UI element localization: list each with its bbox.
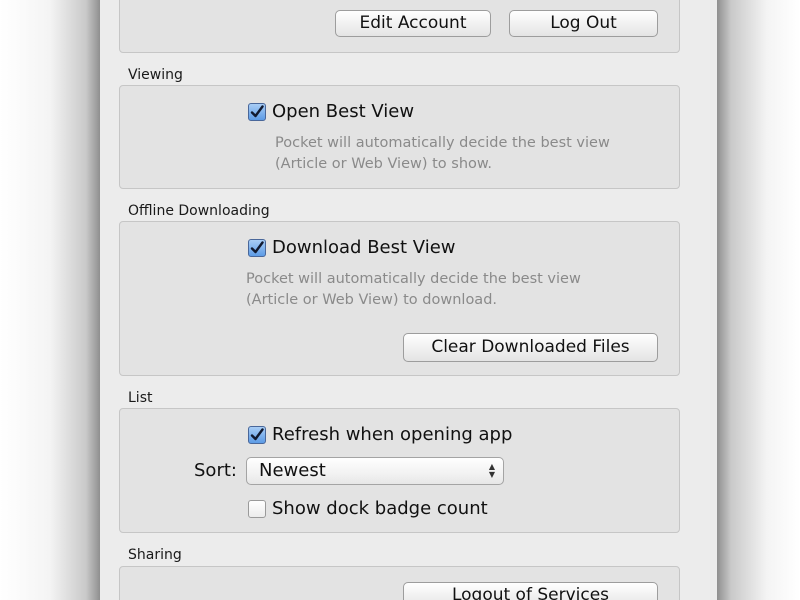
offline-description-line-2: (Article or Web View) to download. — [246, 292, 498, 308]
refresh-option[interactable]: Refresh when opening app — [248, 424, 512, 446]
select-updown-icon: ▲ ▼ — [488, 462, 495, 479]
preferences-window: Edit Account Log Out Viewing Open Best V… — [100, 0, 717, 600]
list-section-label: List — [128, 390, 153, 406]
open-best-view-option[interactable]: Open Best View — [248, 101, 414, 123]
offline-description-line-1: Pocket will automatically decide the bes… — [246, 271, 581, 287]
checkbox-checked-icon[interactable] — [248, 103, 266, 121]
account-group: Edit Account Log Out — [119, 0, 680, 53]
edit-account-button[interactable]: Edit Account — [335, 10, 491, 37]
sharing-section-label: Sharing — [128, 547, 182, 563]
sort-select[interactable]: Newest ▲ ▼ — [246, 457, 504, 485]
checkbox-unchecked-icon[interactable] — [248, 500, 266, 518]
open-best-view-label: Open Best View — [272, 101, 415, 122]
show-dock-badge-label: Show dock badge count — [272, 498, 488, 519]
refresh-label: Refresh when opening app — [272, 424, 513, 445]
sort-label: Sort: — [194, 460, 237, 481]
show-dock-badge-option[interactable]: Show dock badge count — [248, 498, 488, 520]
sort-select-value: Newest — [259, 460, 326, 481]
viewing-group: Open Best View Pocket will automatically… — [119, 85, 680, 189]
checkbox-checked-icon[interactable] — [248, 426, 266, 444]
download-best-view-option[interactable]: Download Best View — [248, 237, 456, 259]
list-group: Refresh when opening app Sort: Newest ▲ ▼… — [119, 408, 680, 533]
checkbox-checked-icon[interactable] — [248, 239, 266, 257]
window-shadow-left — [0, 0, 100, 600]
clear-downloaded-files-button[interactable]: Clear Downloaded Files — [403, 333, 658, 362]
sharing-group: Logout of Services — [119, 566, 680, 600]
download-best-view-label: Download Best View — [272, 237, 456, 258]
viewing-description: Pocket will automatically decide the bes… — [275, 133, 610, 175]
viewing-section-label: Viewing — [128, 67, 183, 83]
window-shadow-right — [717, 0, 800, 600]
offline-description: Pocket will automatically decide the bes… — [246, 269, 581, 311]
offline-group: Download Best View Pocket will automatic… — [119, 221, 680, 376]
logout-of-services-button[interactable]: Logout of Services — [403, 582, 658, 600]
offline-section-label: Offline Downloading — [128, 203, 270, 219]
viewing-description-line-1: Pocket will automatically decide the bes… — [275, 135, 610, 151]
log-out-button[interactable]: Log Out — [509, 10, 658, 37]
viewing-description-line-2: (Article or Web View) to show. — [275, 156, 493, 172]
